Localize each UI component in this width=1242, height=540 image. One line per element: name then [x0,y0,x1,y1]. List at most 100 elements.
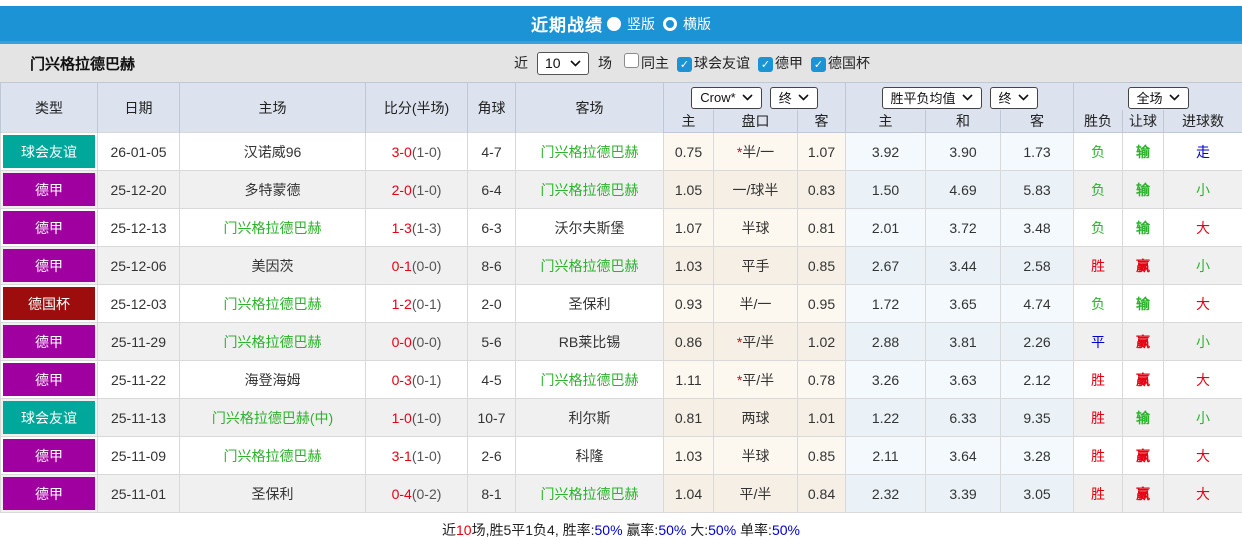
odds-away: 1.07 [796,132,847,171]
home-team: 多特蒙德 [179,170,366,209]
odds-handicap: 平手 [713,246,798,285]
home-team: 门兴格拉德巴赫 [179,284,366,323]
page-title: 近期战绩 [531,16,603,35]
radio-horizontal-layout[interactable]: 横版 [663,14,711,34]
period-select[interactable]: 全场 [1127,86,1189,109]
away-team: 门兴格拉德巴赫 [515,132,664,171]
score: 1-0(1-0) [365,398,468,437]
col-header-wdl: 胜负 [1073,109,1124,133]
away-team: 沃尔夫斯堡 [515,208,664,247]
summary-segment: 场,胜5平1负4, 胜率: [471,521,595,538]
result-wdl: 负 [1073,208,1124,247]
odds-home: 0.75 [663,132,714,171]
summary-segment: 10 [456,521,472,538]
type-badge: 德国杯 [3,287,95,320]
odds-away: 0.81 [796,208,847,247]
corners: 8-6 [467,246,516,285]
home-team: 美因茨 [179,246,366,285]
result-wdl: 胜 [1073,360,1124,399]
result-wdl: 负 [1073,132,1124,171]
radio-selected-icon [607,16,621,31]
odds-time-select-value: 终 [778,91,792,107]
radio-vertical-layout[interactable]: 竖版 [607,14,655,34]
filter-checkbox-德甲[interactable]: ✓ 德甲 [750,55,803,72]
away-team: 圣保利 [515,284,664,323]
result-wdl: 胜 [1073,246,1124,285]
checkbox-checked-icon: ✓ [677,57,692,72]
corners: 2-6 [467,436,516,475]
result-wdl: 胜 [1073,398,1124,437]
score: 3-0(1-0) [365,132,468,171]
type-badge: 德甲 [3,363,95,396]
result-handicap: 赢 [1122,246,1165,285]
home-team: 海登海姆 [179,360,366,399]
odds-away: 1.02 [796,322,847,361]
result-goals: 小 [1163,322,1242,361]
chevron-down-icon [961,94,973,101]
chevron-down-icon [1168,94,1180,101]
match-date: 26-01-05 [97,132,180,171]
filter-checkbox-同主[interactable]: 同主 [616,53,669,71]
layout-radio-group: 竖版 横版 [607,14,711,34]
filter-checkbox-德国杯[interactable]: ✓ 德国杯 [803,55,870,72]
avg-win: 2.32 [845,474,927,513]
avg-odds-select[interactable]: 胜平负均值 [881,86,982,109]
match-date: 25-12-06 [97,246,180,285]
summary-segment: 50% [771,521,800,538]
away-team: 利尔斯 [515,398,664,437]
result-group-selects: 全场 [1074,84,1242,109]
avg-draw: 6.33 [925,398,1002,437]
avg-time-select[interactable]: 终 [989,86,1038,109]
col-header-type: 类型 [0,82,98,133]
type-badge-cell: 德国杯 [0,284,98,323]
match-date: 25-12-20 [97,170,180,209]
type-badge: 球会友谊 [3,401,95,434]
result-group-header: 全场 [1073,82,1242,110]
radio-vertical-label: 竖版 [627,15,655,32]
match-date: 25-11-22 [97,360,180,399]
home-team: 门兴格拉德巴赫 [179,208,366,247]
home-team: 汉诺威96 [179,132,366,171]
avg-win: 2.67 [845,246,927,285]
type-badge-cell: 德甲 [0,360,98,399]
avg-lose: 2.26 [1000,322,1075,361]
avg-draw: 3.72 [925,208,1002,247]
table-header: 类型 日期 主场 比分(半场) 角球 客场 Crow* 终 胜平负均值 终 全场… [0,82,1242,133]
col-header-handicap: 盘口 [713,109,798,133]
near-label: 近 [514,55,528,71]
score: 1-2(0-1) [365,284,468,323]
table-row: 球会友谊 26-01-05 汉诺威96 3-0(1-0) 4-7 门兴格拉德巴赫 0.75 *… [0,132,1242,171]
avg-draw: 3.64 [925,436,1002,475]
table-row: 德甲 25-12-20 多特蒙德 2-0(1-0) 6-4 门兴格拉德巴赫 1.05 一/球半… [0,170,1242,209]
result-goals: 大 [1163,360,1242,399]
summary-segment: 大: [686,521,709,538]
radio-horizontal-label: 横版 [683,15,711,32]
odds-time-select[interactable]: 终 [769,86,818,109]
result-handicap: 输 [1122,284,1165,323]
col-header-date: 日期 [97,82,180,133]
games-label: 场 [598,55,612,71]
avg-win: 1.22 [845,398,927,437]
result-goals: 小 [1163,246,1242,285]
result-wdl: 负 [1073,170,1124,209]
odds-handicap: 一/球半 [713,170,798,209]
bookmaker-select[interactable]: Crow* [691,86,762,109]
corners: 5-6 [467,322,516,361]
match-count-select[interactable]: 10 [537,51,589,75]
checkbox-checked-icon: ✓ [758,57,773,72]
corners: 6-3 [467,208,516,247]
score: 0-0(0-0) [365,322,468,361]
result-handicap: 赢 [1122,436,1165,475]
odds-group-header: Crow* 终 [662,82,847,110]
result-handicap: 输 [1122,170,1165,209]
filter-checkbox-球会友谊[interactable]: ✓ 球会友谊 [669,55,750,72]
avg-lose: 3.05 [1000,474,1075,513]
period-select-value: 全场 [1136,91,1163,107]
avg-draw: 3.63 [925,360,1002,399]
away-team: 门兴格拉德巴赫 [515,170,664,209]
match-date: 25-11-09 [97,436,180,475]
table-row: 球会友谊 25-11-13 门兴格拉德巴赫(中) 1-0(1-0) 10-7 利尔斯 0.8… [0,398,1242,437]
result-goals: 大 [1163,474,1242,513]
result-goals: 大 [1163,284,1242,323]
odds-home: 0.86 [663,322,714,361]
